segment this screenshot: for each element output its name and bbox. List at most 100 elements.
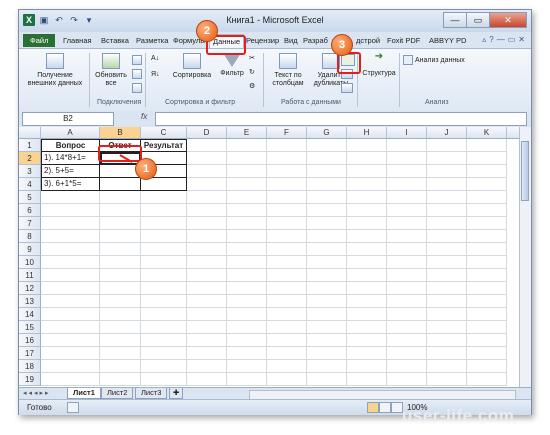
grid-cell[interactable] (227, 360, 267, 373)
grid-cell[interactable] (387, 256, 427, 269)
sort-za-icon[interactable]: Я↓ (151, 71, 160, 79)
row-header[interactable]: 2 (19, 152, 41, 165)
grid-cell[interactable] (227, 204, 267, 217)
tab-insert[interactable]: Вставка (101, 34, 129, 47)
grid-cell[interactable] (227, 178, 267, 191)
grid-cell[interactable] (187, 321, 227, 334)
column-header[interactable]: I (387, 127, 427, 139)
grid-cell[interactable] (141, 373, 187, 386)
row-header[interactable]: 16 (19, 334, 41, 347)
grid-cell[interactable] (467, 360, 507, 373)
grid-cell[interactable] (347, 152, 387, 165)
grid-cell[interactable] (100, 295, 141, 308)
grid-cell[interactable] (467, 308, 507, 321)
grid-cell[interactable] (347, 204, 387, 217)
doc-minimize-icon[interactable]: — (497, 35, 505, 44)
grid-cell[interactable] (467, 243, 507, 256)
connections-icon[interactable] (132, 55, 142, 68)
grid-cell[interactable] (427, 373, 467, 386)
grid-cell[interactable] (307, 139, 347, 152)
grid-cell[interactable] (267, 256, 307, 269)
grid-cell[interactable] (100, 321, 141, 334)
grid-cell[interactable] (267, 191, 307, 204)
grid-cell[interactable] (141, 295, 187, 308)
grid-cell[interactable] (427, 165, 467, 178)
row-header[interactable]: 8 (19, 230, 41, 243)
grid-cell[interactable] (467, 256, 507, 269)
grid-cell[interactable] (427, 334, 467, 347)
get-external-data-button[interactable]: Получение внешних данных (25, 53, 85, 88)
grid-cell[interactable] (267, 243, 307, 256)
grid-cell[interactable] (227, 347, 267, 360)
grid-cell[interactable] (347, 191, 387, 204)
grid-cell[interactable] (41, 269, 100, 282)
grid-cell[interactable] (307, 178, 347, 191)
column-header[interactable]: E (227, 127, 267, 139)
grid-cell[interactable] (387, 334, 427, 347)
grid-cell[interactable] (347, 139, 387, 152)
grid-cell[interactable] (427, 191, 467, 204)
sheet-nav-arrows-icon[interactable]: ◂◂◂▸▸ (23, 389, 51, 397)
scroll-thumb[interactable] (521, 141, 529, 201)
grid-cell[interactable] (187, 178, 227, 191)
grid-cell[interactable] (467, 334, 507, 347)
grid-cell[interactable] (387, 191, 427, 204)
grid-cell[interactable] (187, 282, 227, 295)
grid-cell[interactable] (427, 308, 467, 321)
grid-cell[interactable] (267, 165, 307, 178)
grid-cell[interactable] (427, 243, 467, 256)
grid-cell[interactable] (467, 321, 507, 334)
cell-a3[interactable]: 2). 5+5= (41, 165, 100, 178)
row-header[interactable]: 1 (19, 139, 41, 152)
grid-cell[interactable] (227, 191, 267, 204)
row-header[interactable]: 19 (19, 373, 41, 386)
grid-cell[interactable] (427, 217, 467, 230)
grid-cell[interactable] (141, 347, 187, 360)
grid-cell[interactable] (100, 243, 141, 256)
grid-cell[interactable] (267, 308, 307, 321)
maximize-button[interactable]: ▭ (466, 12, 490, 28)
grid-cell[interactable] (387, 139, 427, 152)
grid-cell[interactable] (427, 152, 467, 165)
grid-cell[interactable] (41, 360, 100, 373)
grid-cell[interactable] (141, 308, 187, 321)
grid-cell[interactable] (141, 360, 187, 373)
grid-cell[interactable] (467, 282, 507, 295)
column-header[interactable] (507, 127, 519, 139)
grid-cell[interactable] (347, 282, 387, 295)
grid-cell[interactable] (347, 321, 387, 334)
cell-b4[interactable] (100, 178, 141, 191)
grid-cell[interactable] (387, 347, 427, 360)
row-header[interactable]: 12 (19, 282, 41, 295)
tab-file[interactable]: Файл (23, 34, 56, 47)
grid-cell[interactable] (387, 178, 427, 191)
grid-cell[interactable] (187, 373, 227, 386)
tab-home[interactable]: Главная (63, 34, 92, 47)
grid-cell[interactable] (141, 230, 187, 243)
grid-cell[interactable] (467, 295, 507, 308)
grid-cell[interactable] (100, 204, 141, 217)
grid-cell[interactable] (267, 230, 307, 243)
clear-icon[interactable]: ✂ (249, 55, 255, 63)
grid-cell[interactable] (267, 178, 307, 191)
tab-addins[interactable]: дстрой (356, 34, 380, 47)
grid-cell[interactable] (187, 191, 227, 204)
column-header[interactable]: B (100, 127, 141, 139)
grid-cell[interactable] (100, 334, 141, 347)
grid-cell[interactable] (387, 308, 427, 321)
grid-cell[interactable] (227, 308, 267, 321)
properties-icon[interactable] (132, 69, 142, 82)
grid-cell[interactable] (187, 217, 227, 230)
grid-cell[interactable] (41, 243, 100, 256)
sort-button[interactable]: Сортировка (167, 53, 217, 80)
grid-cell[interactable] (267, 321, 307, 334)
grid-cell[interactable] (347, 256, 387, 269)
grid-cell[interactable] (227, 152, 267, 165)
grid-cell[interactable] (347, 347, 387, 360)
row-header[interactable]: 15 (19, 321, 41, 334)
grid-cell[interactable] (387, 230, 427, 243)
minimize-button[interactable]: — (443, 12, 467, 28)
grid-cell[interactable] (387, 165, 427, 178)
grid-cell[interactable] (467, 152, 507, 165)
grid-cell[interactable] (141, 204, 187, 217)
